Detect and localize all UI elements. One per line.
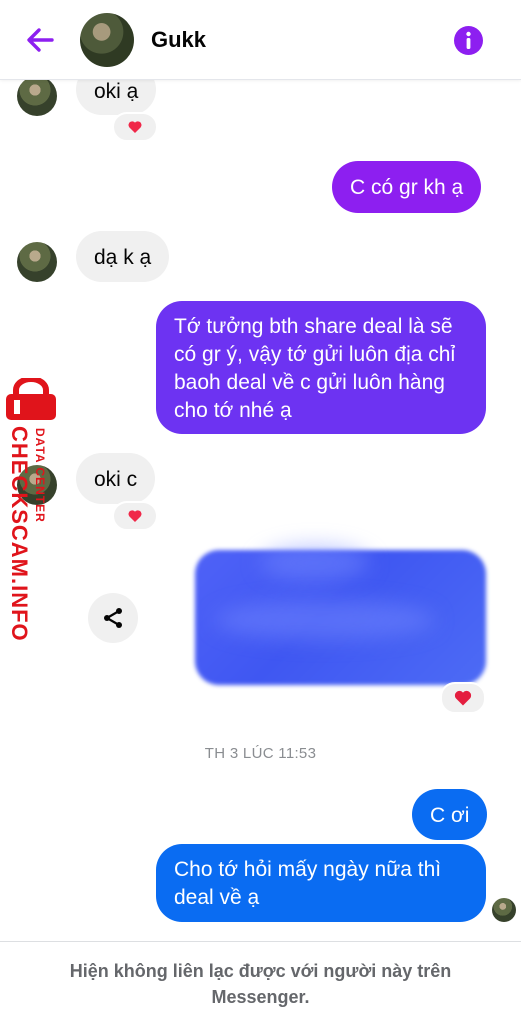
info-button[interactable] [454,26,483,55]
unavailable-notice-bar: Hiện không liên lạc được với người này t… [0,941,521,1024]
incoming-message[interactable]: dạ k ạ [76,231,170,282]
contact-name[interactable]: Gukk [151,27,206,53]
contact-avatar-small[interactable] [17,465,57,505]
blur-overlay [260,545,370,581]
heart-icon [454,690,472,706]
unavailable-notice: Hiện không liên lạc được với người này t… [69,961,452,1007]
reaction-badge[interactable] [112,112,158,142]
share-icon [104,608,122,628]
outgoing-message[interactable]: C ơi [412,789,488,840]
outgoing-message[interactable]: C có gr kh ạ [332,161,482,213]
heart-icon [128,121,142,133]
conversation-header: Gukk [0,0,521,80]
contact-avatar-small[interactable] [17,242,57,282]
reaction-badge[interactable] [440,682,486,714]
outgoing-message[interactable]: Cho tớ hỏi mấy ngày nữa thì deal về ạ [156,844,486,922]
back-button[interactable] [22,22,58,58]
heart-icon [128,510,142,522]
seen-receipt-avatar [492,898,516,922]
watermark-brand: CHECKSCAM.INFO [7,426,32,642]
reaction-badge[interactable] [112,501,158,531]
arrow-left-icon [27,28,54,52]
share-button[interactable] [88,593,138,643]
contact-avatar-small[interactable] [17,76,57,116]
timestamp-divider: TH 3 LÚC 11:53 [204,745,317,762]
blur-overlay [215,600,435,640]
lock-icon [6,378,56,420]
info-circle-icon [454,26,483,55]
contact-avatar[interactable] [80,13,134,67]
incoming-message[interactable]: oki c [76,453,156,504]
outgoing-message[interactable]: Tớ tưởng bth share deal là sẽ có gr ý, v… [156,301,486,434]
